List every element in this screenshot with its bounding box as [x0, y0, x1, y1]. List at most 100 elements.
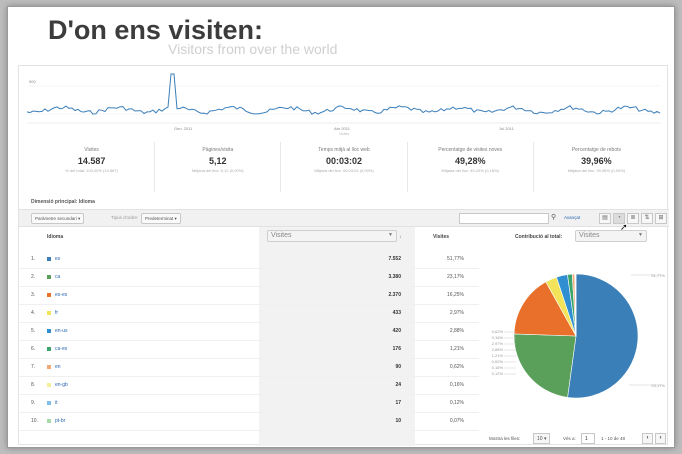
- table-row[interactable]: 5. en-us 420 2,88%: [19, 323, 479, 341]
- metric-label: Visites: [84, 147, 99, 153]
- series-swatch: [47, 311, 51, 315]
- prev-page-icon[interactable]: ‹: [642, 433, 653, 444]
- metric-value: 49,28%: [454, 156, 486, 166]
- visits-percent: 16,25%: [447, 292, 464, 298]
- table-row[interactable]: 8. en-gb 24 0,16%: [19, 377, 479, 395]
- series-swatch: [47, 293, 51, 297]
- pie-label: 51,77%: [651, 273, 665, 278]
- metric-sub: Mitjana del lloc: 39,96% (0,00%): [567, 168, 626, 173]
- pie-small-label: 0,16%: [492, 335, 504, 340]
- timeline-y-label: 500: [29, 79, 36, 84]
- visits-line: [26, 73, 661, 115]
- metric-label: Percentatge de visites noves: [438, 147, 503, 153]
- series-swatch: [47, 275, 51, 279]
- language-link[interactable]: es-es: [55, 292, 67, 298]
- table-row[interactable]: 9. it 17 0,12%: [19, 395, 479, 413]
- language-link[interactable]: ca-es: [55, 346, 67, 352]
- chevron-down-icon: ▾: [543, 436, 547, 442]
- metric-bounce-rate[interactable]: Percentatge de rebots 39,96% Mitjana del…: [532, 142, 659, 192]
- table-row[interactable]: 10. pt-br 10 0,07%: [19, 413, 479, 431]
- sort-type-label: Tipus d'ordre:: [111, 215, 139, 220]
- table-row[interactable]: 4. fr 433 2,97%: [19, 305, 479, 323]
- table-row[interactable]: 3. es-es 2.370 16,25%: [19, 287, 479, 305]
- pie-slice[interactable]: [567, 273, 639, 399]
- language-link[interactable]: en-gb: [55, 382, 68, 388]
- chevron-down-icon: ▾: [174, 216, 177, 221]
- language-link[interactable]: pt-br: [55, 418, 65, 424]
- language-link[interactable]: es: [55, 256, 60, 262]
- table-row[interactable]: 7. en 90 0,62%: [19, 359, 479, 377]
- visits-value: 24: [395, 382, 401, 388]
- contribution-pie-chart: 51,77%23,17%0,62%0,16%2,97%2,88%1,21%0,6…: [492, 273, 665, 399]
- advanced-link[interactable]: Avançat: [564, 215, 580, 220]
- language-link[interactable]: ca: [55, 274, 60, 280]
- table-controls: Paràmetre secundari ▾ Tipus d'ordre: Pre…: [19, 209, 669, 227]
- series-swatch: [47, 347, 51, 351]
- next-page-icon[interactable]: ›: [655, 433, 666, 444]
- metric-avg-time[interactable]: Temps mitjà al lloc web 00:03:02 Mitjana…: [280, 142, 406, 192]
- pie-small-label: 0,12%: [492, 371, 504, 376]
- metric-sub: Mitjana del lloc: 00:03:02 (0,00%): [314, 168, 374, 173]
- language-link[interactable]: it: [55, 400, 58, 406]
- metric-select[interactable]: Visites ▼: [267, 230, 397, 242]
- metric-pages-per-visit[interactable]: Pàgines/visita 5,12 Mitjana del lloc: 5,…: [154, 142, 280, 192]
- metric-value: 14.587: [77, 156, 106, 166]
- analytics-screenshot: 500 Gen. 2011 Abr 2011 Jul 2011 Visites …: [18, 65, 669, 446]
- metric-visits[interactable]: Visites 14.587 % del total: 100,00% (14.…: [29, 142, 154, 192]
- timeline-date-label: Abr 2011: [334, 126, 351, 131]
- performance-view-icon[interactable]: ≣: [627, 213, 639, 224]
- search-icon[interactable]: ⚲: [551, 213, 556, 221]
- chevron-down-icon: ▼: [638, 232, 643, 238]
- language-link[interactable]: en: [55, 364, 61, 370]
- metric-label: Percentatge de rebots: [571, 147, 622, 153]
- metric-value: 5,12: [209, 156, 227, 166]
- language-link[interactable]: fr: [55, 310, 58, 316]
- primary-dimension[interactable]: Dimensió principal: Idioma: [31, 199, 95, 205]
- sort-type-select[interactable]: Predeterminat ▾: [141, 213, 181, 224]
- visits-value: 420: [392, 328, 401, 334]
- visits-value: 3.380: [388, 274, 401, 280]
- visits-value: 433: [392, 310, 401, 316]
- row-number: 8.: [31, 382, 36, 388]
- slide: D'on ens visiten: Visitors from over the…: [7, 6, 675, 448]
- sort-arrow-icon[interactable]: ↓: [399, 234, 402, 240]
- row-number: 1.: [31, 256, 36, 262]
- rows-per-page-label: Mostra les files:: [489, 436, 521, 441]
- metric-new-visits[interactable]: Percentatge de visites noves 49,28% Mitj…: [406, 142, 533, 192]
- secondary-dimension-button[interactable]: Paràmetre secundari ▾: [31, 213, 85, 224]
- visits-percent: 2,88%: [449, 328, 464, 334]
- row-number: 5.: [31, 328, 36, 334]
- pie-slice[interactable]: [513, 333, 577, 398]
- pivot-view-icon[interactable]: ⊞: [655, 213, 667, 224]
- search-input[interactable]: [459, 213, 549, 224]
- timeline-date-label: Jul 2011: [499, 126, 515, 131]
- row-number: 3.: [31, 292, 36, 298]
- timeline-date-label: Gen. 2011: [174, 126, 193, 131]
- pie-small-label: 0,16%: [492, 365, 504, 370]
- language-link[interactable]: en-us: [55, 328, 68, 334]
- visits-timeline-chart: 500 Gen. 2011 Abr 2011 Jul 2011 Visites: [26, 73, 661, 136]
- table-view-icon[interactable]: ▤: [599, 213, 611, 224]
- language-header[interactable]: Idioma: [47, 234, 63, 240]
- visits-value: 7.552: [388, 256, 401, 262]
- table-row[interactable]: 2. ca 3.380 23,17%: [19, 269, 479, 287]
- series-swatch: [47, 257, 51, 261]
- visits-header[interactable]: Visites: [433, 234, 449, 240]
- metric-label: Temps mitjà al lloc web: [318, 147, 370, 153]
- rows-per-page-select[interactable]: 10 ▾: [533, 433, 551, 444]
- contribution-select[interactable]: Visites ▼: [575, 230, 647, 242]
- comparison-view-icon[interactable]: ⇅: [641, 213, 653, 224]
- metric-value: 39,96%: [581, 156, 612, 166]
- metric-sub: Mitjana del lloc: 49,20% (0,16%): [441, 168, 499, 173]
- goto-input[interactable]: 1: [581, 433, 595, 444]
- visits-percent: 23,17%: [447, 274, 464, 280]
- chevron-down-icon: ▾: [78, 216, 81, 221]
- metric-sub: Mitjana del lloc: 5,12 (0,00%): [192, 168, 244, 173]
- visits-percent: 0,07%: [449, 418, 464, 424]
- visits-percent: 1,21%: [449, 346, 464, 352]
- table-row[interactable]: 6. ca-es 176 1,21%: [19, 341, 479, 359]
- rows-per-page-value: 10: [537, 436, 543, 442]
- table-row[interactable]: 1. es 7.552 51,77%: [19, 251, 479, 269]
- row-number: 6.: [31, 346, 36, 352]
- metric-select-value: Visites: [271, 232, 292, 239]
